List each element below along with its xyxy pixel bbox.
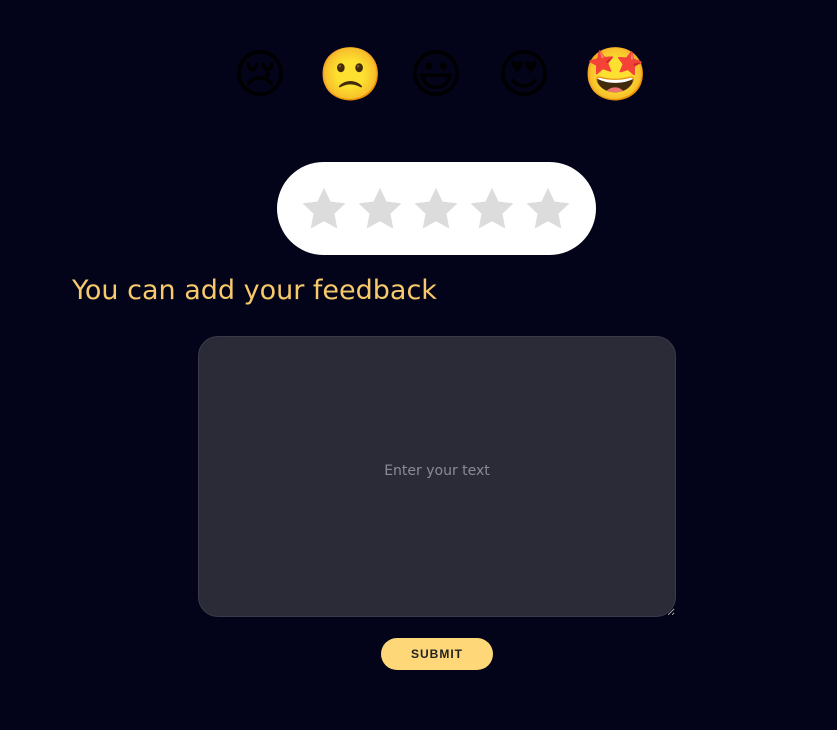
- star-icon[interactable]: [523, 184, 573, 234]
- star-icon[interactable]: [299, 184, 349, 234]
- frowning-face-icon[interactable]: 🙁: [318, 43, 383, 107]
- star-icon[interactable]: [411, 184, 461, 234]
- star-icon[interactable]: [467, 184, 517, 234]
- feedback-heading: You can add your feedback: [72, 275, 437, 306]
- grinning-face-icon[interactable]: 😃: [406, 43, 466, 107]
- star-rating: [277, 162, 596, 255]
- star-icon[interactable]: [355, 184, 405, 234]
- submit-button[interactable]: SUBMIT: [381, 638, 493, 670]
- feedback-textarea[interactable]: [198, 336, 676, 617]
- star-struck-face-icon[interactable]: 🤩: [583, 43, 648, 107]
- crying-face-icon[interactable]: 😢: [230, 43, 290, 107]
- heart-eyes-face-icon[interactable]: 😍: [494, 43, 554, 107]
- emoji-rating-row: 😢 🙁 😃 😍 🤩: [0, 43, 837, 107]
